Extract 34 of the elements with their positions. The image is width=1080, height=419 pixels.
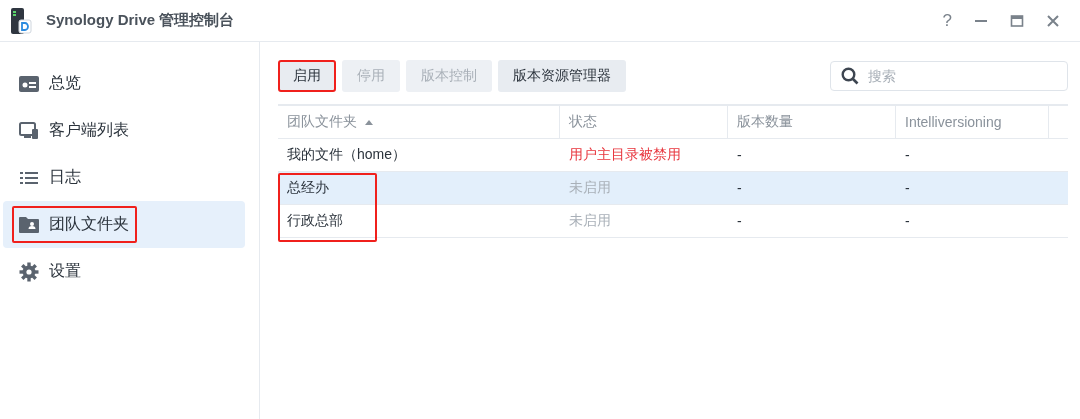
search-field[interactable]: 搜索 <box>830 61 1068 91</box>
sidebar-item[interactable]: 团队文件夹 <box>3 201 245 248</box>
monitor-phone-icon <box>19 121 39 140</box>
toolbar-button[interactable]: 启用 <box>278 60 336 92</box>
user-folder-icon <box>19 216 39 233</box>
intelliversioning-value: - <box>905 180 910 196</box>
version-count: - <box>737 213 742 229</box>
list-icon <box>19 169 39 186</box>
window-title: Synology Drive 管理控制台 <box>46 11 235 30</box>
version-count: - <box>737 180 742 196</box>
toolbar-button[interactable]: 版本资源管理器 <box>498 60 626 92</box>
sidebar-item[interactable]: 总览 <box>3 60 245 107</box>
version-count: - <box>737 147 742 163</box>
close-icon[interactable] <box>1046 13 1060 28</box>
intelliversioning-value: - <box>905 213 910 229</box>
id-card-icon <box>19 74 39 93</box>
status-text: 未启用 <box>569 212 611 230</box>
table-row[interactable]: 总经办 未启用 - - <box>278 172 1068 205</box>
help-button[interactable]: ? <box>942 10 952 31</box>
maximize-icon[interactable] <box>1010 13 1024 28</box>
status-text: 用户主目录被禁用 <box>569 146 681 164</box>
sidebar-item[interactable]: 日志 <box>3 154 245 201</box>
app-logo-icon <box>10 6 32 35</box>
folder-name: 总经办 <box>287 179 329 197</box>
sidebar-item[interactable]: 设置 <box>3 248 245 295</box>
settings-icon <box>19 261 39 282</box>
status-text: 未启用 <box>569 179 611 197</box>
sort-up-icon <box>365 119 373 125</box>
sidebar-item[interactable]: 客户端列表 <box>3 107 245 154</box>
table-row[interactable]: 行政总部 未启用 - - <box>278 205 1068 238</box>
intelliversioning-value: - <box>905 147 910 163</box>
search-icon <box>841 67 859 85</box>
folder-name: 我的文件（home） <box>287 146 407 164</box>
folder-name: 行政总部 <box>287 212 343 230</box>
